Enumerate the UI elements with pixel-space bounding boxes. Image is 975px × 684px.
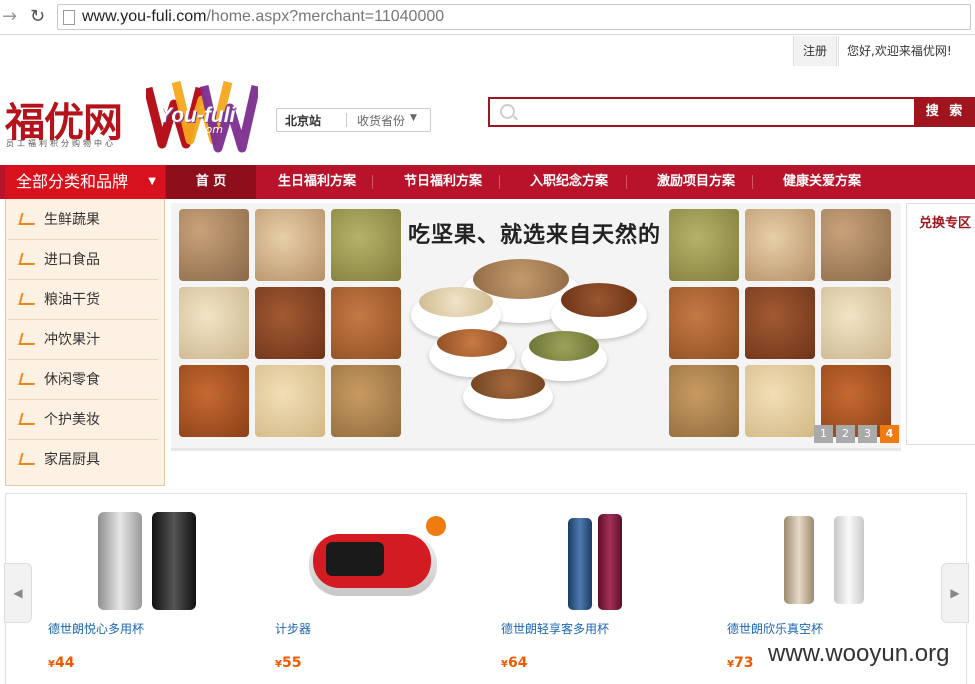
product-image[interactable] [152,512,196,610]
nut-tile-image [745,209,815,281]
nut-tile-image [669,209,739,281]
nut-tile-image [669,365,739,437]
carousel-dot[interactable]: 1 [814,425,833,443]
category-item[interactable]: 生鲜蔬果 [8,199,158,240]
nav-divider [626,175,627,189]
welcome-text: 您好,欢迎来福优网! [838,36,975,66]
category-tag-icon [18,453,38,465]
product-price: ¥44 [48,655,75,671]
nut-tile-image [179,365,249,437]
city-divider [346,113,347,127]
nav-incentive[interactable]: 激励项目方案 [657,165,735,199]
category-item[interactable]: 休闲零食 [8,359,158,400]
url-text: www.you-fuli.com/home.aspx?merchant=1104… [82,8,445,25]
back-arrow-icon[interactable]: → [2,6,17,27]
next-arrow-icon[interactable]: ▶ [941,563,969,623]
nut-bowl-image [529,331,599,361]
category-item[interactable]: 冲饮果汁 [8,319,158,360]
logo-dotcom: .com [196,123,223,136]
product-name[interactable]: 德世朗轻享客多用杯 [501,620,609,637]
nut-tile-image [255,209,325,281]
prev-arrow-icon[interactable]: ◀ [4,563,32,623]
nav-divider [752,175,753,189]
nav-home[interactable]: 首 页 [166,165,256,199]
province-dropdown[interactable]: 收货省份 [357,112,405,129]
nav-festival[interactable]: 节日福利方案 [404,165,482,199]
category-tag-icon [18,293,38,305]
category-item[interactable]: 个护美妆 [8,399,158,440]
product-name[interactable]: 计步器 [275,620,311,637]
nut-tile-image [331,287,401,359]
product-name[interactable]: 德世朗欣乐真空杯 [727,620,823,637]
watermark: www.wooyun.org [768,640,950,667]
category-tag-icon [18,213,38,225]
reload-icon[interactable]: ↻ [30,6,45,27]
search-input[interactable] [488,97,916,127]
url-field[interactable]: www.you-fuli.com/home.aspx?merchant=1104… [57,4,971,30]
nav-health[interactable]: 健康关爱方案 [783,165,861,199]
carousel-dot[interactable]: 2 [836,425,855,443]
nut-bowl-image [419,287,493,317]
product-image[interactable] [98,512,142,610]
category-tag-icon [18,333,38,345]
product-image[interactable] [568,518,592,610]
category-tag-icon [18,373,38,385]
nav-birthday[interactable]: 生日福利方案 [278,165,356,199]
product-image[interactable] [834,516,864,604]
search-button[interactable]: 搜 索 [916,97,975,127]
caret-down-icon: ▼ [148,176,156,187]
nav-divider [372,175,373,189]
product-image[interactable] [598,514,622,610]
nut-bowl-image [473,259,569,299]
nut-tile-image [255,287,325,359]
nut-bowl-image [561,283,637,317]
exchange-title[interactable]: 兑换专区 [919,212,971,231]
nut-tile-image [331,209,401,281]
carousel-dot[interactable]: 3 [858,425,877,443]
chevron-down-icon: ▼ [410,113,417,123]
exchange-panel: 兑换专区 [906,203,975,445]
category-item[interactable]: 家居厨具 [8,439,158,479]
register-link[interactable]: 注册 [793,36,837,66]
nav-anniversary[interactable]: 入职纪念方案 [530,165,608,199]
all-categories-label: 全部分类和品牌 [16,172,129,191]
promo-banner[interactable]: 吃坚果、就选来自天然的 [171,203,901,451]
city-selector[interactable]: 北京站 收货省份 ▼ [276,108,431,132]
product-image[interactable] [784,516,814,604]
product-price: ¥64 [501,655,528,671]
product-image [326,542,384,576]
nut-tile-image [179,287,249,359]
product-image [426,516,446,536]
nut-tile-image [745,365,815,437]
banner-headline: 吃坚果、就选来自天然的 [408,223,662,248]
nut-tile-image [179,209,249,281]
nut-tile-image [331,365,401,437]
logo-subtitle: 员工福利积分购物中心 [6,139,116,148]
page-icon [63,10,75,25]
nut-tile-image [821,287,891,359]
nav-divider [499,175,500,189]
nut-tile-image [821,209,891,281]
all-categories-button[interactable]: 全部分类和品牌 ▼ [5,165,165,199]
browser-address-bar: → ↻ www.you-fuli.com/home.aspx?merchant=… [0,0,975,35]
product-price: ¥73 [727,655,754,671]
category-tag-icon [18,413,38,425]
category-item[interactable]: 进口食品 [8,239,158,280]
nut-tile-image [745,287,815,359]
nut-bowl-image [437,329,507,357]
carousel-dot-active[interactable]: 4 [880,425,899,443]
city-name: 北京站 [285,114,322,128]
nut-tile-image [669,287,739,359]
category-item[interactable]: 粮油干货 [8,279,158,320]
product-name[interactable]: 德世朗悦心多用杯 [48,620,144,637]
product-price: ¥55 [275,655,302,671]
category-tag-icon [18,253,38,265]
nut-bowl-image [471,369,545,399]
search-icon [500,104,515,119]
nut-tile-image [255,365,325,437]
